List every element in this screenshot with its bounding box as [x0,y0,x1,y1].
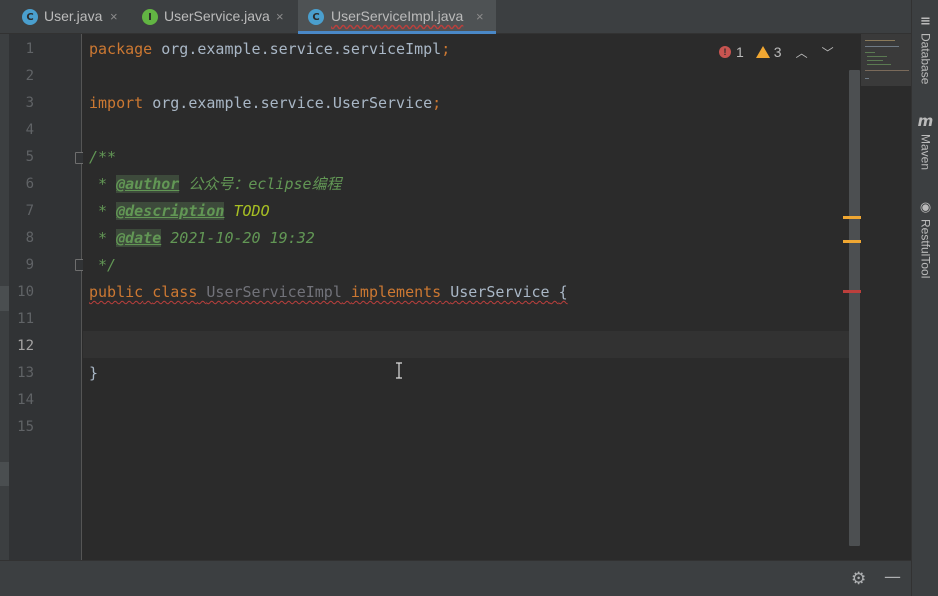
error-stripe[interactable] [849,34,861,560]
inspection-widget[interactable]: ! 1 3 ︿ ﹀ [719,42,849,62]
line-number-gutter[interactable]: 1 2 3 4 5 6 7 8 9 10 11 12 13 14 15 [0,34,86,560]
maven-icon: m [917,112,934,130]
line-number: 15 [17,419,34,435]
tab-label: UserService.java [164,8,270,24]
code-line-13: } [89,364,99,382]
line-number: 3 [25,95,34,111]
code-minimap[interactable] [861,34,911,86]
gear-icon[interactable]: ⚙ [851,569,866,589]
editor-tab-bar: C User.java × I UserService.java × C Use… [0,0,911,34]
warning-count: 3 [773,44,782,60]
vertical-scrollbar[interactable] [849,70,860,546]
code-line-8: * @date 2021-10-20 19:32 [89,229,315,247]
line-number: 4 [25,122,34,138]
interface-icon: I [142,9,158,25]
close-icon[interactable]: × [476,9,484,24]
code-line-5: /** [89,148,117,166]
right-tool-window-bar: ≡ Database m Maven ◉ RestfulTool [911,0,938,596]
tab-label: User.java [44,8,103,24]
class-icon: C [308,9,324,25]
text-cursor-icon [396,362,402,379]
class-icon: C [22,9,38,25]
code-line-10: public class UserServiceImpl implements … [89,283,568,301]
code-editor[interactable]: package org.example.service.serviceImpl;… [83,34,849,560]
line-number: 5 [25,149,34,165]
line-number: 7 [25,203,34,219]
chevron-up-icon[interactable]: ︿ [796,44,808,61]
line-number: 2 [25,68,34,84]
line-number: 10 [17,284,34,300]
close-icon[interactable]: × [110,9,118,24]
line-number: 11 [17,311,34,327]
database-icon: ≡ [920,14,931,29]
database-tool-button[interactable]: ≡ Database [912,14,938,84]
error-stripe-mark[interactable] [843,290,861,293]
restful-tool-button[interactable]: ◉ RestfulTool [912,200,938,278]
line-number: 9 [25,257,34,273]
line-number: 13 [17,365,34,381]
maven-tool-button[interactable]: m Maven [912,112,938,170]
bottom-tool-bar: ⚙ — [0,560,911,596]
current-line-highlight [83,331,849,358]
code-line-6: * @author 公众号：eclipse编程 [89,175,342,193]
line-number: 6 [25,176,34,192]
chevron-down-icon[interactable]: ﹀ [822,44,834,61]
hide-icon[interactable]: — [884,567,901,587]
code-line-3: import org.example.service.UserService; [89,94,442,112]
tab-user-java[interactable]: C User.java × [0,0,132,34]
tool-label: Maven [918,134,933,171]
tab-userserviceimpl-java[interactable]: C UserServiceImpl.java × [298,0,496,34]
code-line-7: * @description TODO [89,202,270,220]
tab-userservice-java[interactable]: I UserService.java × [132,0,298,34]
restful-tool-icon: ◉ [919,200,932,215]
error-count: 1 [736,44,744,60]
warning-stripe-mark[interactable] [843,240,861,243]
current-line-number: 12 [17,338,34,354]
error-icon: ! [719,46,731,58]
tool-label: Database [918,33,933,85]
close-icon[interactable]: × [276,9,284,24]
warning-stripe-mark[interactable] [843,216,861,219]
warning-icon [755,46,770,58]
line-number: 14 [17,392,34,408]
tab-label: UserServiceImpl.java [331,8,464,24]
code-line-1: package org.example.service.serviceImpl; [89,40,451,58]
line-number: 1 [25,41,34,57]
line-number: 8 [25,230,34,246]
tool-label: RestfulTool [918,219,933,279]
code-line-9: */ [89,256,117,274]
